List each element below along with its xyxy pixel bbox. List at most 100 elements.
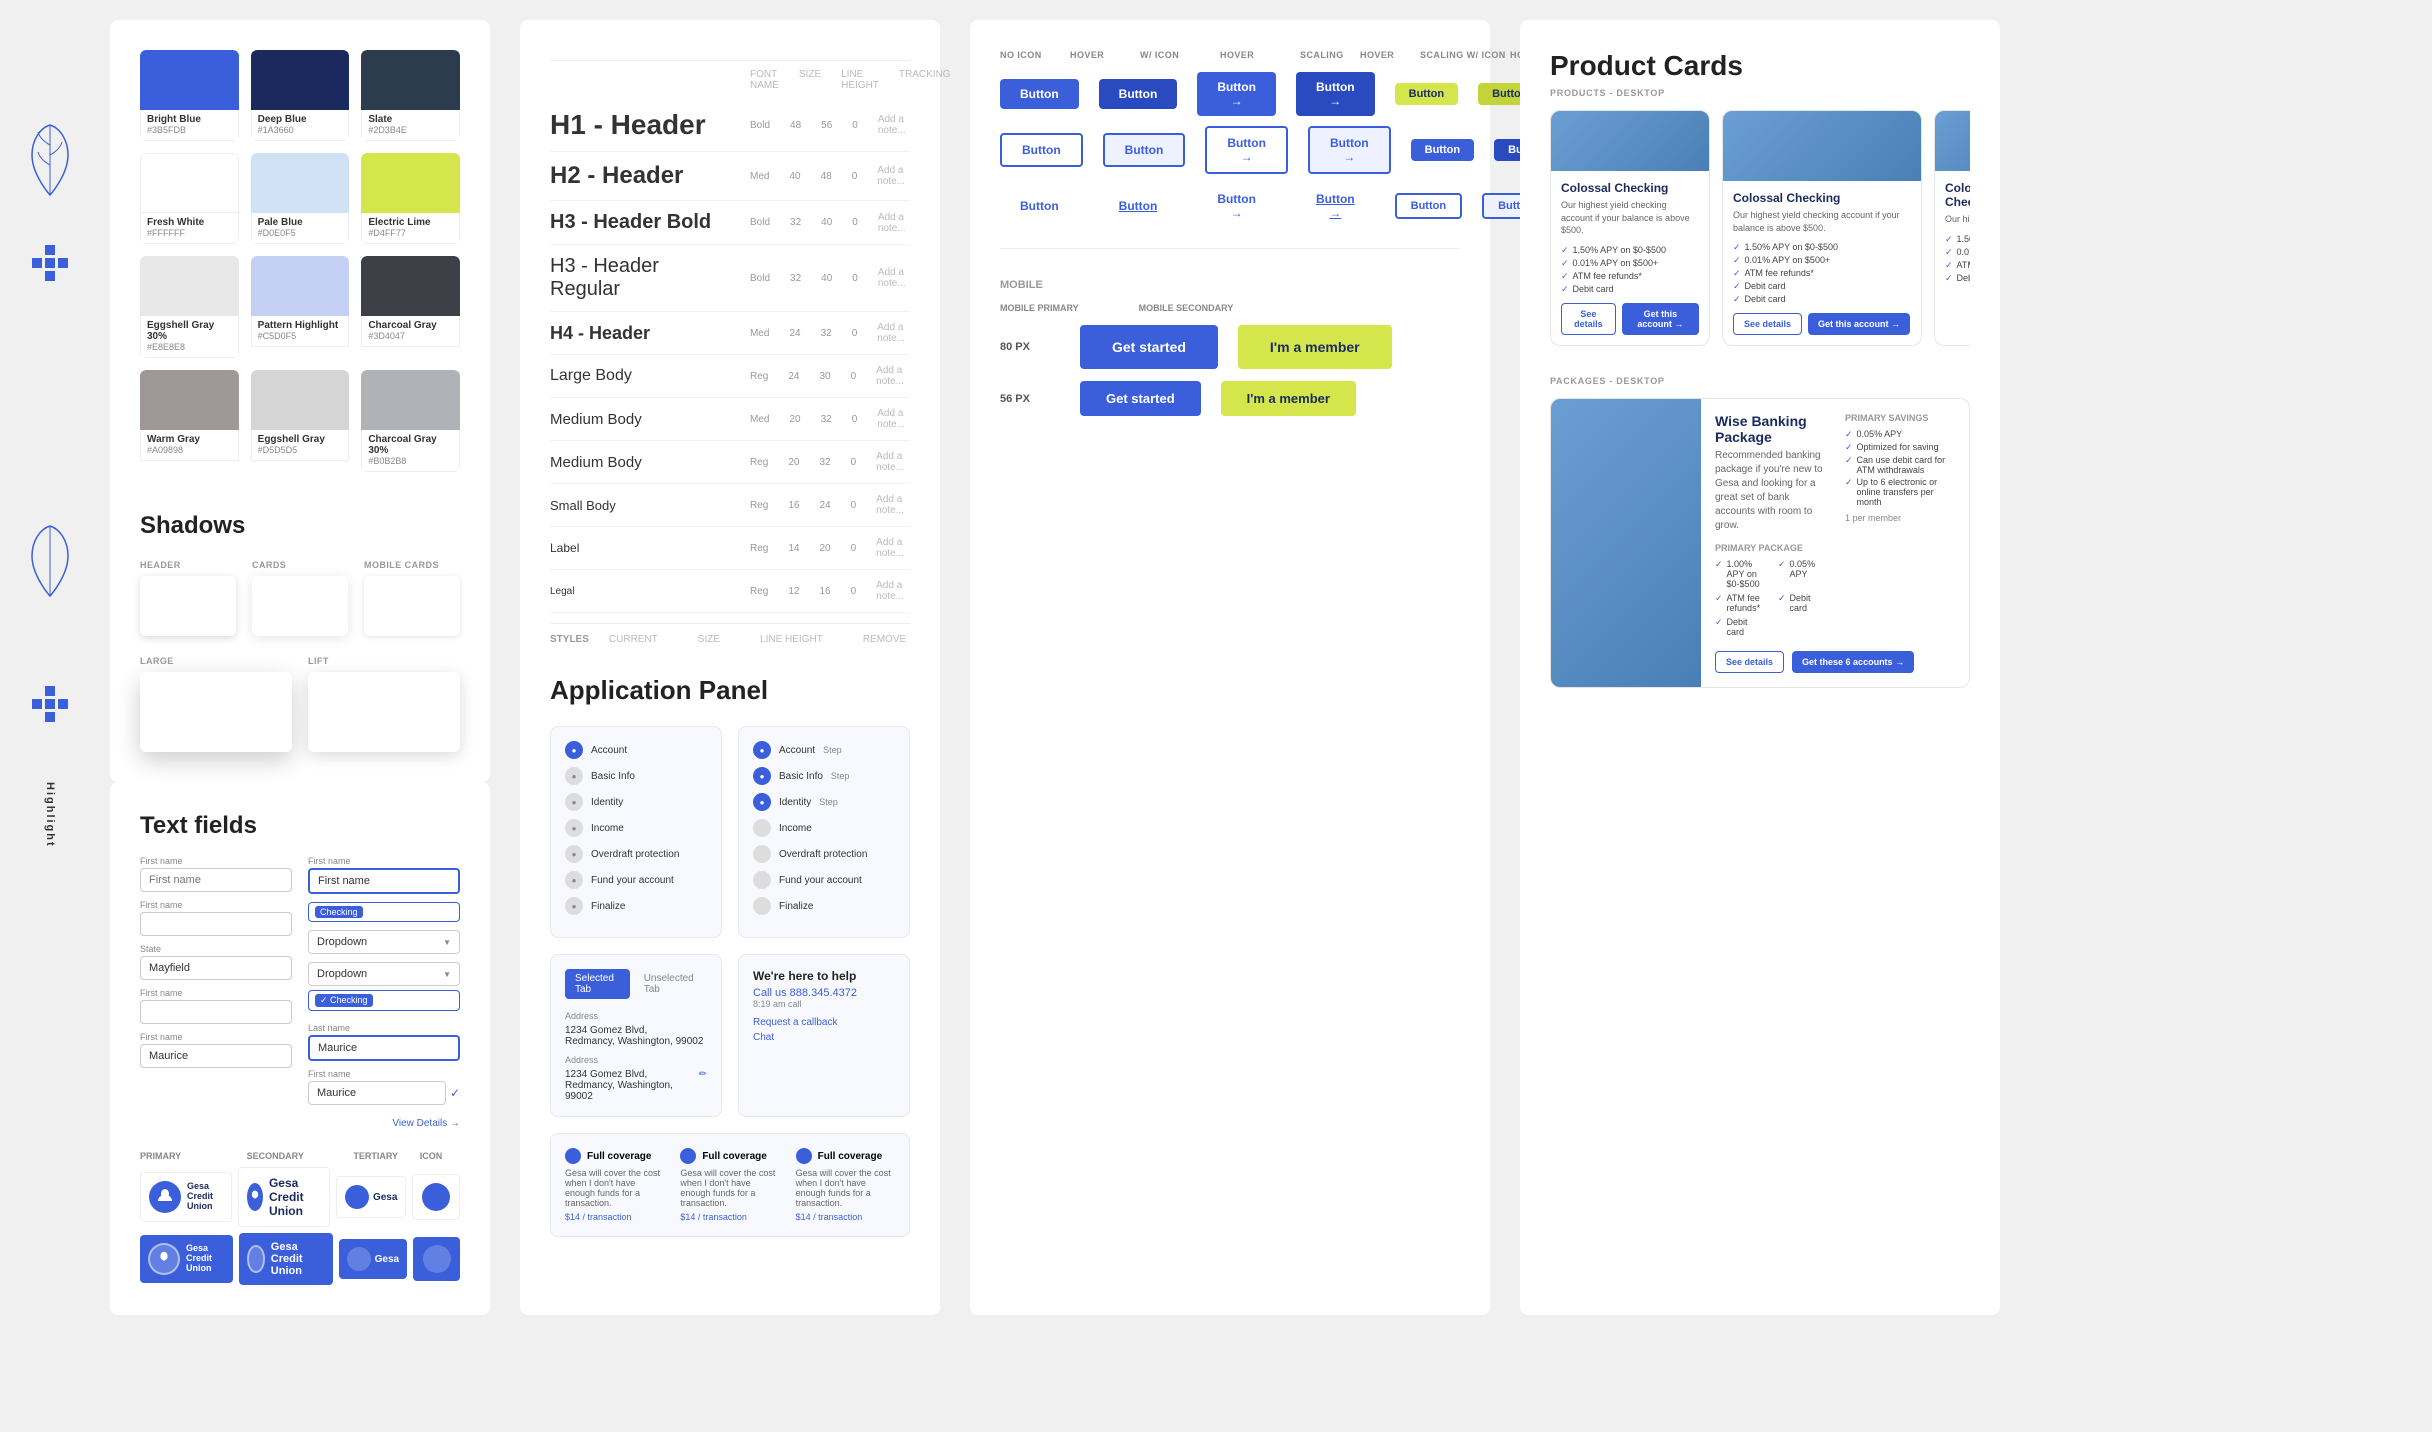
btn-outline-with-icon[interactable]: Button → [1205, 126, 1288, 174]
btn-outline-no-icon[interactable]: Button [1000, 133, 1083, 167]
tf-input-firstname-4[interactable] [140, 1044, 292, 1068]
logo-circle-3 [345, 1185, 369, 1209]
logo-tertiary-blue: Gesa [339, 1239, 407, 1279]
edit-icon[interactable]: ✏ [699, 1069, 707, 1102]
pkg-feature-4: ✓ Debit card [1778, 593, 1825, 613]
flow2-dot-3: ● [753, 793, 771, 811]
shadows-section: Shadows HEADER CARDS MOBILE CARDS [140, 512, 460, 752]
btn-primary-hover-icon[interactable]: Button → [1296, 72, 1375, 116]
tf-active-1: First name [308, 856, 460, 894]
tf-input-active-3[interactable] [308, 1081, 446, 1105]
product-card-body-1: Colossal Checking Our highest yield chec… [1551, 171, 1709, 345]
tag-input-2[interactable]: ✓ Checking [308, 990, 460, 1011]
leaf-icon [30, 120, 70, 205]
typo-col-headers: FONT NAME SIZE LINE HEIGHT TRACKING [550, 60, 910, 99]
logo-circle-8 [423, 1245, 451, 1273]
logo-row-1: Gesa Credit Union Gesa Credit Union [140, 1167, 460, 1227]
btn-primary-with-icon[interactable]: Button → [1197, 72, 1276, 116]
btn-primary-no-icon[interactable]: Button [1000, 79, 1079, 109]
tab-unselected[interactable]: Unselected Tab [634, 969, 707, 999]
package-savings-label: Primary Savings [1845, 413, 1955, 423]
package-card-img [1551, 399, 1701, 687]
btn-ghost-hover-icon[interactable]: Button → [1296, 184, 1375, 228]
flow-item-overdraft: ● Overdraft protection [565, 845, 707, 863]
typo-small-body-meta: Reg 16 24 0 [750, 500, 856, 511]
typo-large-body-text: Large Body [550, 367, 730, 385]
mobile-sub-headers: MOBILE PRIMARY MOBILE SECONDARY [1000, 303, 1460, 313]
view-details-link[interactable]: View Details → [308, 1113, 460, 1131]
mobile-secondary-56[interactable]: I'm a member [1221, 381, 1356, 416]
logo-secondary-blue: Gesa Credit Union [239, 1233, 332, 1285]
help-callback-btn[interactable]: Request a callback [753, 1017, 895, 1028]
mobile-primary-56[interactable]: Get started [1080, 381, 1201, 416]
packages-desktop-label: PACKAGES - DESKTOP [1550, 376, 1970, 386]
product-btn-row-2: See details Get this account → [1733, 313, 1911, 335]
tf-input-active-2[interactable] [308, 1035, 460, 1061]
logo-primary-blue: Gesa Credit Union [140, 1235, 233, 1283]
btn-lime-scaling[interactable]: Button [1395, 83, 1458, 105]
btn-primary-hover[interactable]: Button [1099, 79, 1178, 109]
logo-circle-7 [347, 1247, 371, 1271]
products-panel-title: Product Cards [1550, 50, 1970, 82]
buttons-col-headers: NO ICON HOVER W/ ICON HOVER SCALING HOVE… [1000, 50, 1460, 60]
product-see-details-2[interactable]: See details [1733, 313, 1802, 335]
package-see-details[interactable]: See details [1715, 651, 1784, 673]
logo-circle-6 [247, 1245, 264, 1273]
logo-secondary-white: Gesa Credit Union [238, 1167, 330, 1227]
typo-medium-body-med-meta: Med 20 32 0 [750, 414, 857, 425]
coverage-label-1: Full coverage [587, 1151, 651, 1162]
typo-styles-footer: STYLES CURRENT SIZE LINE HEIGHT REMOVE [550, 623, 910, 645]
btn-ghost-with-icon[interactable]: Button → [1197, 184, 1276, 228]
product-get-account-1[interactable]: Get this account → [1622, 303, 1699, 335]
btn-row-primary: Button Button Button → Button → Button B… [1000, 72, 1460, 116]
typo-large-body: Large Body Reg 24 30 0 Add a note... [550, 355, 910, 398]
pkg-savings-1: ✓ 0.05% APY [1845, 429, 1955, 440]
flow-item-basic: ● Basic Info [565, 767, 707, 785]
dropdown-1[interactable]: Dropdown ▼ [308, 930, 460, 954]
typo-large-body-meta: Reg 24 30 0 [750, 371, 856, 382]
tf-input-firstname-3[interactable] [140, 1000, 292, 1024]
product-see-details-1[interactable]: See details [1561, 303, 1616, 335]
typo-legal-meta: Reg 12 16 0 [750, 586, 856, 597]
app-panel-container: Application Panel ● Account ● Basic Info… [550, 675, 910, 1237]
address-label-2: Address [565, 1055, 707, 1065]
shadow-grid-bottom: LARGE LIFT [140, 656, 460, 752]
mobile-secondary-80[interactable]: I'm a member [1238, 325, 1392, 369]
checking-tag: Checking [315, 906, 363, 918]
flow2-identity: ● Identity Step [753, 793, 895, 811]
dropdown-2[interactable]: Dropdown ▼ [308, 962, 460, 986]
product-get-account-2[interactable]: Get this account → [1808, 313, 1910, 335]
tf-input-active-1[interactable] [308, 868, 460, 894]
address-label: Address [565, 1011, 707, 1021]
package-get-accounts[interactable]: Get these 6 accounts → [1792, 651, 1914, 673]
flow-item-identity: ● Identity [565, 793, 707, 811]
typo-h3-bold-text: H3 - Header Bold [550, 211, 730, 234]
flow2-fund: Fund your account [753, 871, 895, 889]
tf-active-2: Dropdown ▼ ✓ Checking [308, 962, 460, 1015]
divider-1 [1000, 248, 1460, 249]
btn-outline-hover-icon[interactable]: Button → [1308, 126, 1391, 174]
tf-input-firstname-1[interactable] [140, 868, 292, 892]
package-right-col: Primary Savings ✓ 0.05% APY ✓ Optimized … [1845, 413, 1955, 639]
btn-primary-sm[interactable]: Button [1411, 139, 1474, 161]
tab-selected[interactable]: Selected Tab [565, 969, 630, 999]
flow2-dot-5 [753, 845, 771, 863]
typo-h1: H1 - Header Bold 48 56 0 Add a note... [550, 99, 910, 152]
btn-outline-sm[interactable]: Button [1395, 193, 1462, 219]
tf-input-firstname-2[interactable] [140, 912, 292, 936]
help-chat-btn[interactable]: Chat [753, 1032, 895, 1043]
app-panel-title: Application Panel [550, 675, 910, 706]
btn-ghost-no-icon[interactable]: Button [1000, 191, 1079, 221]
typo-label-text: Label [550, 541, 730, 555]
tag-input-field[interactable]: Checking [308, 902, 460, 922]
pkg-savings-2: ✓ Optimized for saving [1845, 442, 1955, 453]
cross-pattern-2 [32, 686, 68, 722]
mobile-primary-80[interactable]: Get started [1080, 325, 1218, 369]
product-card-body-3: Colossal Checking Our highest yield... ✓… [1935, 171, 1970, 296]
flow-dot-3: ● [565, 793, 583, 811]
btn-ghost-hover[interactable]: Button [1099, 191, 1178, 221]
btn-outline-hover[interactable]: Button [1103, 133, 1186, 167]
product-card-desc-3: Our highest yield... [1945, 213, 1970, 226]
tf-input-state[interactable] [140, 956, 292, 980]
swatch-warm-gray: Warm Gray#A09898 [140, 370, 239, 472]
